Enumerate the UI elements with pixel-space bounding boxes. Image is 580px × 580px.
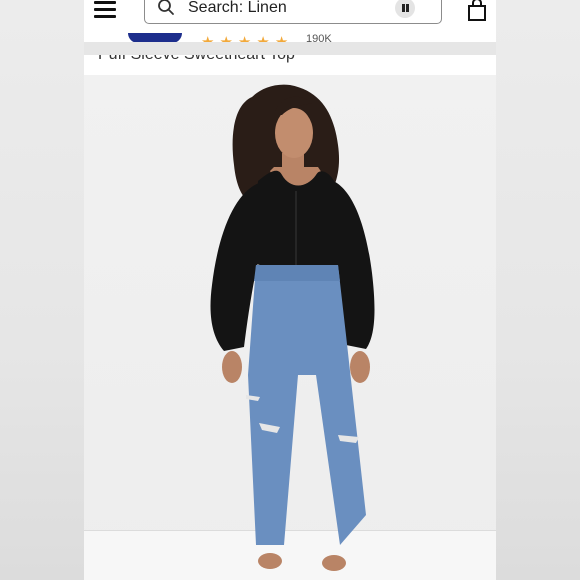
divider-bar — [84, 42, 496, 55]
mobile-screen: Search: Linen ★★★★★ 190K Puff Sleeve Swe… — [84, 0, 496, 580]
search-icon — [158, 0, 174, 15]
search-placeholder[interactable]: Search: Linen — [188, 0, 287, 17]
product-image[interactable] — [84, 75, 496, 580]
pause-button[interactable] — [395, 0, 415, 18]
model-figure — [210, 84, 375, 571]
title-strip: Puff Sleeve Sweetheart Top — [84, 55, 496, 75]
search-input[interactable]: Search: Linen — [144, 0, 442, 24]
pause-icon — [402, 4, 405, 12]
hamburger-menu-icon[interactable] — [94, 1, 116, 19]
product-title: Puff Sleeve Sweetheart Top — [98, 55, 295, 64]
left-gutter — [0, 0, 84, 580]
right-gutter — [496, 0, 580, 580]
shopping-bag-icon[interactable] — [466, 0, 488, 22]
